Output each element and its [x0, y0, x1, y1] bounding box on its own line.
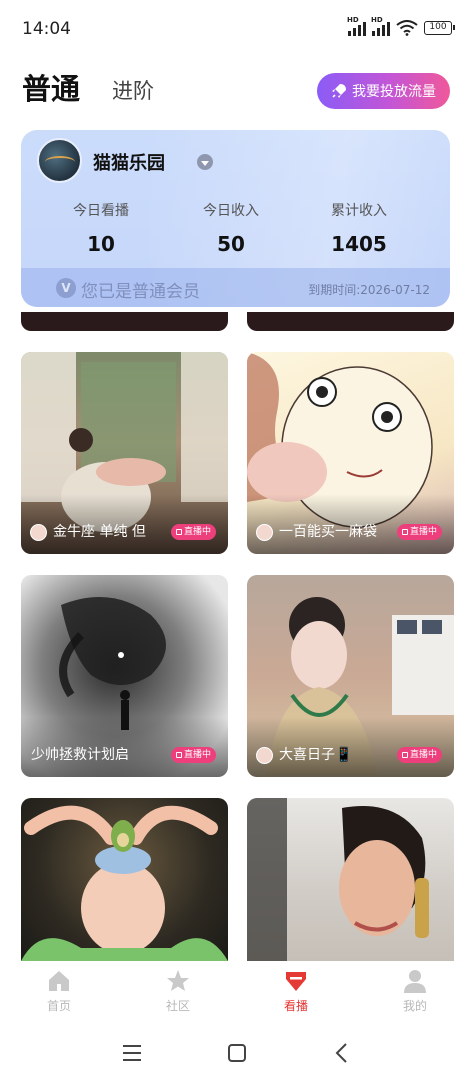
stat-label: 今日收入 [203, 203, 259, 219]
stat-value: 1405 [331, 232, 387, 256]
stream-tile[interactable] [21, 798, 228, 961]
stream-tile[interactable] [247, 798, 454, 961]
home-button-icon[interactable] [226, 1042, 248, 1064]
stream-tile[interactable]: 少帅拯救计划启 直播中 [21, 575, 228, 777]
home-icon [49, 971, 69, 991]
live-icon [175, 529, 182, 535]
stream-title: 金牛座 单纯 但 [53, 524, 146, 540]
stat-label: 累计收入 [331, 203, 387, 219]
wifi-icon [396, 20, 418, 36]
account-name[interactable]: 猫猫乐园 [93, 149, 165, 175]
stat-value: 50 [217, 232, 245, 256]
hd-label: HD [347, 16, 359, 24]
streamer-avatar [30, 524, 47, 541]
user-icon [404, 970, 426, 993]
stat-today-views: 今日看播 10 [41, 200, 161, 256]
signal-icon: HD [347, 16, 366, 36]
stream-thumbnail [247, 798, 429, 961]
live-badge-label: 直播中 [409, 527, 437, 537]
system-nav [0, 1025, 474, 1080]
status-icons: HD HD 100 [347, 16, 455, 36]
stat-label: 今日看播 [73, 203, 129, 219]
nav-label: 看播 [283, 999, 308, 1013]
status-bar: 14:04 HD HD 100 [0, 0, 474, 56]
nav-home[interactable]: 首页 [29, 969, 89, 1014]
back-icon[interactable] [331, 1042, 353, 1064]
live-badge-label: 直播中 [409, 750, 437, 760]
stream-title: 一百能买一麻袋 [279, 524, 377, 540]
stream-tile-partial[interactable] [21, 312, 228, 331]
nav-mine[interactable]: 我的 [385, 969, 445, 1014]
nav-label: 首页 [46, 999, 71, 1013]
live-badge: 直播中 [170, 747, 216, 763]
membership-bar: V 您已是普通会员 到期时间:2026-07-12 [21, 268, 450, 307]
tab-advanced[interactable]: 进阶 [112, 75, 154, 105]
live-icon [401, 529, 408, 535]
live-badge-label: 直播中 [183, 527, 211, 537]
nav-watch[interactable]: 看播 [266, 969, 326, 1014]
star-icon [167, 970, 189, 991]
chevron-down-icon[interactable] [197, 154, 213, 170]
avatar[interactable] [37, 138, 82, 183]
tab-normal[interactable]: 普通 [22, 66, 80, 108]
expiry-date: 到期时间:2026-07-12 [308, 283, 430, 297]
bottom-nav: 首页 社区 看播 我的 [0, 961, 474, 1025]
nav-community[interactable]: 社区 [148, 969, 208, 1014]
signal-icon: HD [371, 16, 390, 36]
streamer-avatar [256, 747, 273, 764]
status-time: 14:04 [22, 19, 71, 39]
stream-title: 大喜日子📱 [279, 747, 353, 763]
live-badge: 直播中 [170, 524, 216, 540]
battery-icon: 100 [424, 21, 455, 35]
promote-traffic-label: 我要投放流量 [352, 84, 436, 100]
account-card: 猫猫乐园 今日看播 10 今日收入 50 累计收入 1405 V 您已是普通会员… [21, 130, 450, 307]
stream-thumbnail [21, 805, 228, 961]
promote-traffic-button[interactable]: 我要投放流量 [317, 73, 450, 109]
live-badge: 直播中 [396, 524, 442, 540]
stat-total-income: 累计收入 1405 [299, 200, 419, 256]
live-badge: 直播中 [396, 747, 442, 763]
rocket-icon [332, 84, 346, 98]
stream-tile[interactable]: 金牛座 单纯 但 直播中 [21, 352, 228, 554]
live-badge-label: 直播中 [183, 750, 211, 760]
stat-value: 10 [87, 232, 115, 256]
stream-tile[interactable]: 一百能买一麻袋 直播中 [247, 352, 454, 554]
membership-status: 您已是普通会员 [81, 282, 200, 302]
menu-icon[interactable] [121, 1042, 143, 1064]
stream-tile-partial[interactable] [247, 312, 454, 331]
hd-label: HD [371, 16, 383, 24]
stream-title: 少帅拯救计划启 [31, 747, 129, 763]
gem-icon [286, 972, 306, 991]
live-icon [175, 752, 182, 758]
stat-today-income: 今日收入 50 [171, 200, 291, 256]
nav-label: 我的 [402, 999, 427, 1013]
streamer-avatar [256, 524, 273, 541]
nav-label: 社区 [165, 999, 190, 1013]
vip-icon: V [56, 278, 76, 298]
live-icon [401, 752, 408, 758]
stream-tile[interactable]: 大喜日子📱 直播中 [247, 575, 454, 777]
